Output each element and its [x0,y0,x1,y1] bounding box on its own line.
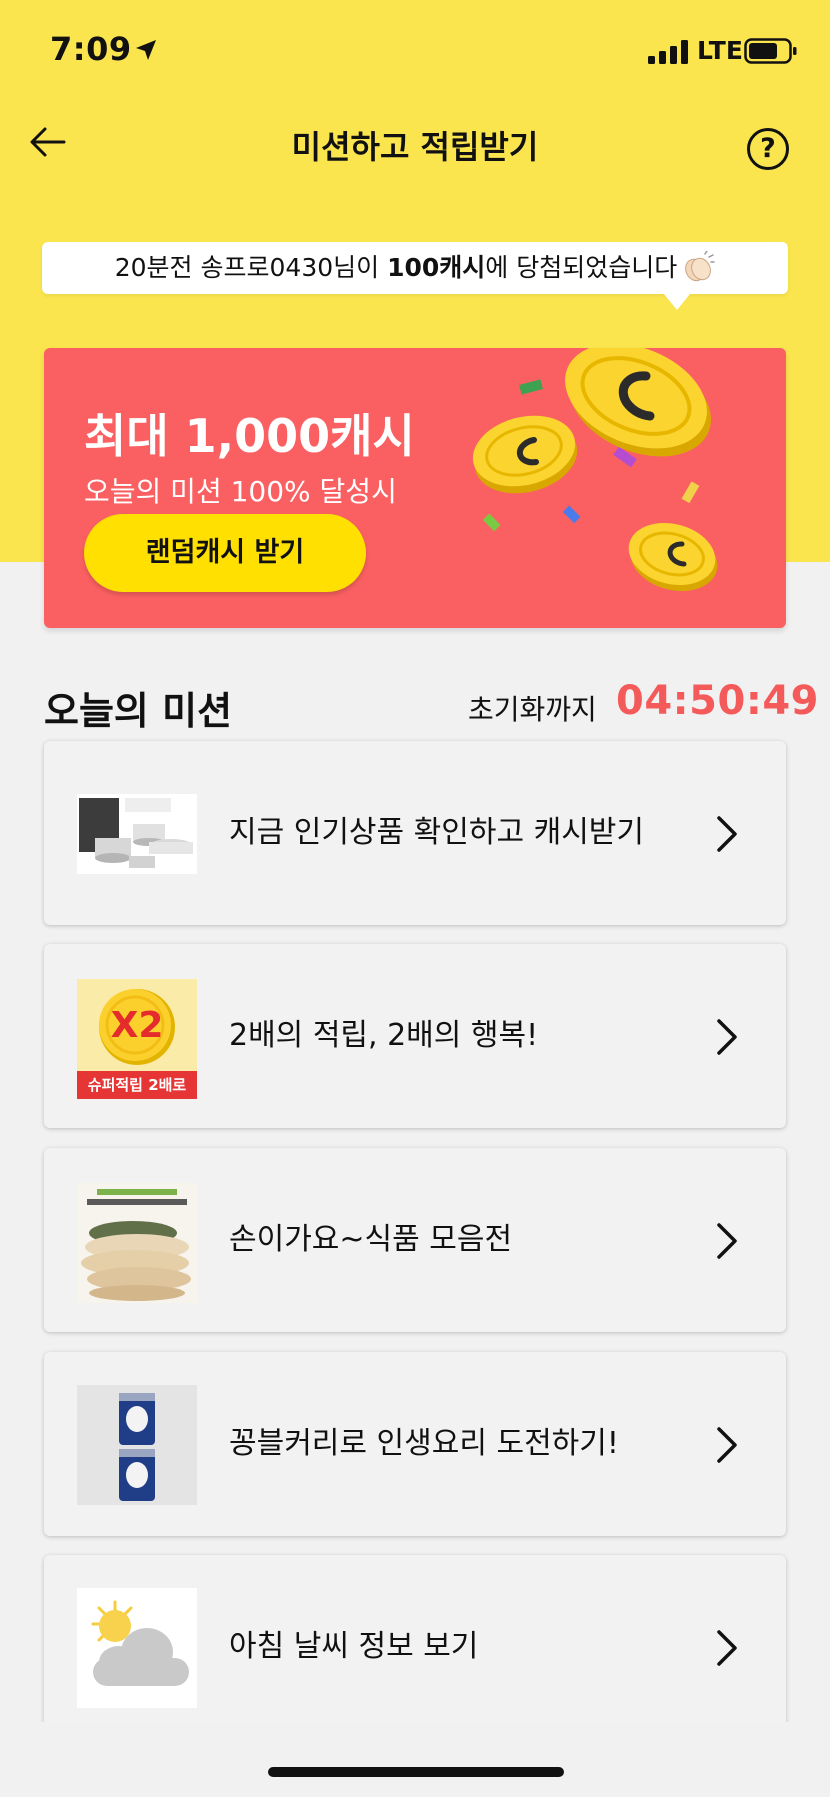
winner-notice-text: 20분전 송프로0430님이 100캐시에 당첨되었습니다 [42,242,788,294]
mission-item[interactable]: 꽁블커리로 인생요리 도전하기! [44,1352,786,1536]
chevron-right-icon [717,816,737,852]
mission-item[interactable]: 지금 인기상품 확인하고 캐시받기 [44,741,786,925]
chevron-right-icon [717,1427,737,1463]
location-arrow-icon [136,40,156,60]
promo-title: 최대 1,000캐시 [84,409,415,463]
x2-coin-icon: X2 슈퍼적립 2배로 [77,979,197,1099]
help-icon[interactable]: ? [747,128,789,170]
cookware-product-icon [77,794,197,874]
winner-notice-bubble: 20분전 송프로0430님이 100캐시에 당첨되었습니다 [42,242,788,310]
x2-badge-caption: 슈퍼적립 2배로 [77,1071,197,1099]
chevron-right-icon [717,1019,737,1055]
mission-label: 아침 날씨 정보 보기 [229,1629,479,1664]
status-time: 7:09 [50,30,132,68]
promo-subtitle: 오늘의 미션 100% 달성시 [84,475,397,508]
mission-label: 손이가요~식품 모음전 [229,1222,513,1257]
reset-countdown-timer: 04:50:49 [616,678,819,724]
mission-label: 지금 인기상품 확인하고 캐시받기 [229,815,645,850]
chevron-right-icon [717,1223,737,1259]
home-indicator[interactable] [268,1767,564,1777]
random-cash-promo-banner[interactable]: 최대 1,000캐시 오늘의 미션 100% 달성시 랜덤캐시 받기 [44,348,786,628]
page-title: 미션하고 적립받기 [291,128,539,166]
home-indicator-area [0,1722,830,1797]
weather-icon [77,1588,197,1708]
chevron-right-icon [717,1630,737,1666]
battery-icon [744,38,797,64]
mission-item[interactable]: X2 슈퍼적립 2배로 2배의 적립, 2배의 행복! [44,944,786,1128]
random-cash-button[interactable]: 랜덤캐시 받기 [84,514,366,592]
cell-signal-icon [648,40,688,64]
notice-suffix: 에 당첨되었습니다 [485,253,678,282]
mission-label: 2배의 적립, 2배의 행복! [229,1018,539,1053]
reset-countdown-label: 초기화까지 [468,693,597,726]
notice-prefix: 20분전 송프로0430님이 [114,253,388,282]
curry-cans-icon [77,1385,197,1505]
network-type-label: LTE [697,36,743,65]
mission-item[interactable]: 손이가요~식품 모음전 [44,1148,786,1332]
coins-illustration-icon [472,348,718,591]
notice-highlight: 100캐시 [387,253,486,282]
mission-label: 꽁블커리로 인생요리 도전하기! [229,1426,619,1461]
x2-badge-text: X2 [110,1005,164,1046]
food-product-icon [77,1183,197,1303]
mission-item[interactable]: 아침 날씨 정보 보기 [44,1555,786,1739]
missions-section-title: 오늘의 미션 [44,689,233,733]
clapping-hands-icon [685,251,715,282]
